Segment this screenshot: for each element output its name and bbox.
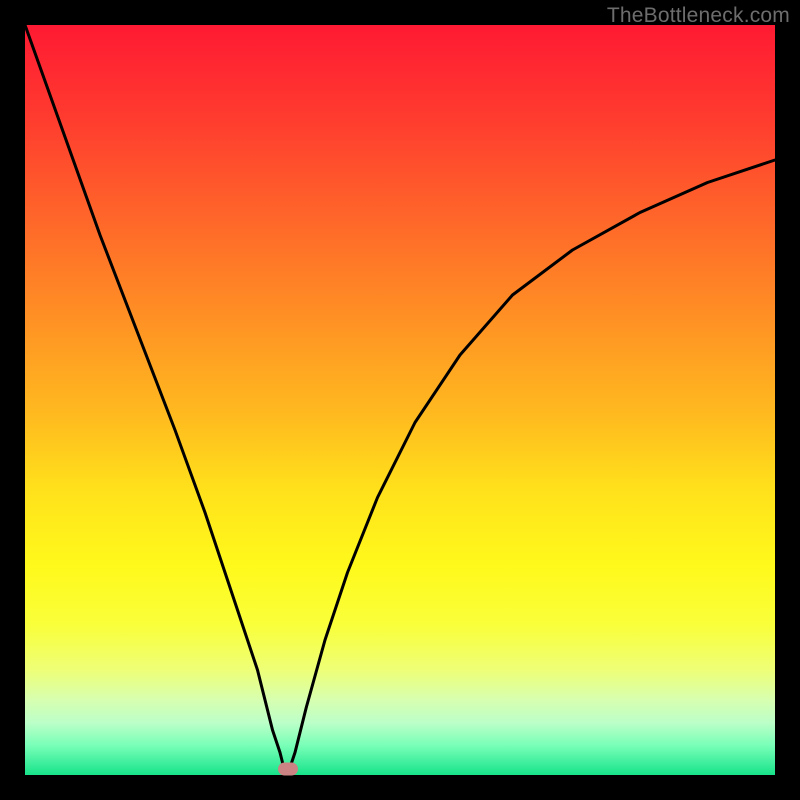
- chart-minimum-marker: [278, 763, 298, 776]
- chart-frame: TheBottleneck.com: [0, 0, 800, 800]
- chart-plot-area: [25, 25, 775, 775]
- watermark-text: TheBottleneck.com: [607, 4, 790, 28]
- chart-curve-svg: [25, 25, 775, 775]
- chart-curve-line: [25, 25, 775, 775]
